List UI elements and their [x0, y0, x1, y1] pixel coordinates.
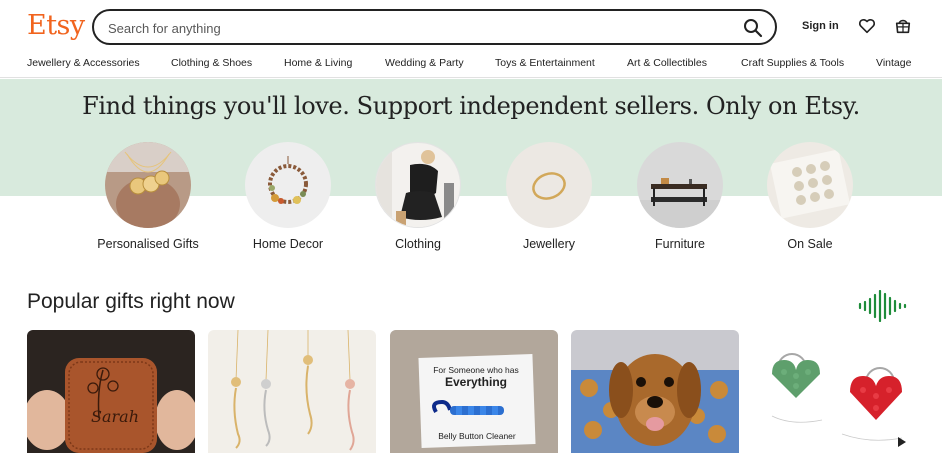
play-icon[interactable] — [897, 437, 907, 447]
jewellery-image — [506, 142, 592, 228]
circle-label: Personalised Gifts — [97, 237, 199, 251]
gift-card-lego-heart-keychains[interactable] — [752, 330, 920, 453]
circle-home-decor[interactable]: Home Decor — [223, 142, 353, 251]
search-bar[interactable] — [92, 9, 777, 45]
card-line1: For Someone who has — [433, 365, 519, 375]
card-engraving-text: Sarah — [91, 407, 139, 426]
circle-on-sale[interactable]: On Sale — [745, 142, 875, 251]
heart-icon[interactable] — [858, 17, 876, 35]
category-home-living[interactable]: Home & Living — [284, 57, 352, 69]
category-jewellery-accessories[interactable]: Jewellery & Accessories — [27, 57, 140, 69]
category-vintage[interactable]: Vintage — [876, 57, 911, 69]
circle-label: On Sale — [787, 237, 833, 251]
card-line2: Everything — [445, 375, 507, 389]
search-input[interactable] — [108, 18, 708, 38]
home-decor-image — [245, 142, 331, 228]
gift-card-belly-button-cleaner[interactable]: For Someone who has Everything Belly But… — [390, 330, 558, 453]
on-sale-image — [767, 142, 853, 228]
furniture-image — [637, 142, 723, 228]
category-craft-supplies-tools[interactable]: Craft Supplies & Tools — [741, 57, 844, 69]
circle-personalised-gifts[interactable]: Personalised Gifts — [83, 142, 213, 251]
circle-label: Clothing — [395, 237, 441, 251]
circle-clothing[interactable]: Clothing — [353, 142, 483, 251]
circle-furniture[interactable]: Furniture — [615, 142, 745, 251]
card-line3: Belly Button Cleaner — [438, 431, 516, 441]
gift-card-dog-pillow[interactable] — [571, 330, 739, 453]
gift-card-jewelry-box[interactable]: Sarah — [27, 330, 195, 453]
personalised-gifts-image — [105, 142, 191, 228]
etsy-logo[interactable]: Etsy — [27, 10, 85, 41]
category-wedding-party[interactable]: Wedding & Party — [385, 57, 464, 69]
shopping-bag-icon[interactable] — [894, 17, 912, 35]
circle-label: Furniture — [654, 237, 706, 251]
popular-gifts-title: Popular gifts right now — [27, 290, 235, 313]
category-nav: Jewellery & Accessories Clothing & Shoes… — [0, 52, 942, 78]
circle-label: Jewellery — [522, 237, 576, 251]
category-clothing-shoes[interactable]: Clothing & Shoes — [171, 57, 252, 69]
category-toys-entertainment[interactable]: Toys & Entertainment — [495, 57, 595, 69]
circle-label: Home Decor — [252, 237, 324, 251]
sign-in-link[interactable]: Sign in — [802, 20, 839, 32]
sound-wave-icon[interactable] — [857, 290, 907, 322]
clothing-image — [375, 142, 461, 228]
header: Etsy Sign in — [0, 0, 942, 52]
search-icon[interactable] — [743, 18, 763, 38]
gift-card-name-necklaces[interactable] — [208, 330, 376, 453]
hero-title: Find things you'll love. Support indepen… — [82, 92, 860, 120]
circle-jewellery[interactable]: Jewellery — [484, 142, 614, 251]
category-art-collectibles[interactable]: Art & Collectibles — [627, 57, 707, 69]
